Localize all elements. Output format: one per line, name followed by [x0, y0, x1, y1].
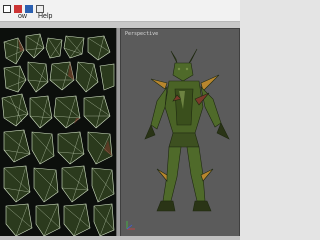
uv-island: [5, 203, 33, 237]
menu-bar: ow Help: [0, 0, 240, 22]
menu-window[interactable]: ow: [18, 12, 27, 21]
uv-island: [53, 95, 81, 129]
axis-gizmo-icon: [126, 221, 135, 230]
perspective-viewport[interactable]: Perspective: [120, 28, 240, 240]
uv-wireframe-layout: [1, 33, 115, 237]
work-area: Perspective: [0, 22, 240, 240]
uv-island: [1, 93, 29, 127]
application-window: ow Help Perspective: [0, 0, 240, 240]
uv-island: [63, 35, 85, 59]
uv-island: [45, 37, 63, 59]
uv-island: [99, 63, 115, 91]
character-model: [126, 48, 230, 230]
uv-island: [35, 203, 61, 237]
uv-editor-panel[interactable]: [0, 28, 116, 240]
uv-island: [93, 203, 115, 237]
tool-select-icon[interactable]: [3, 5, 11, 13]
uv-island: [75, 61, 99, 93]
uv-island: [3, 129, 31, 163]
uv-island: [63, 203, 91, 237]
menu-help[interactable]: Help: [38, 12, 52, 21]
status-strip: [0, 236, 240, 240]
viewport-label: Perspective: [125, 31, 159, 37]
